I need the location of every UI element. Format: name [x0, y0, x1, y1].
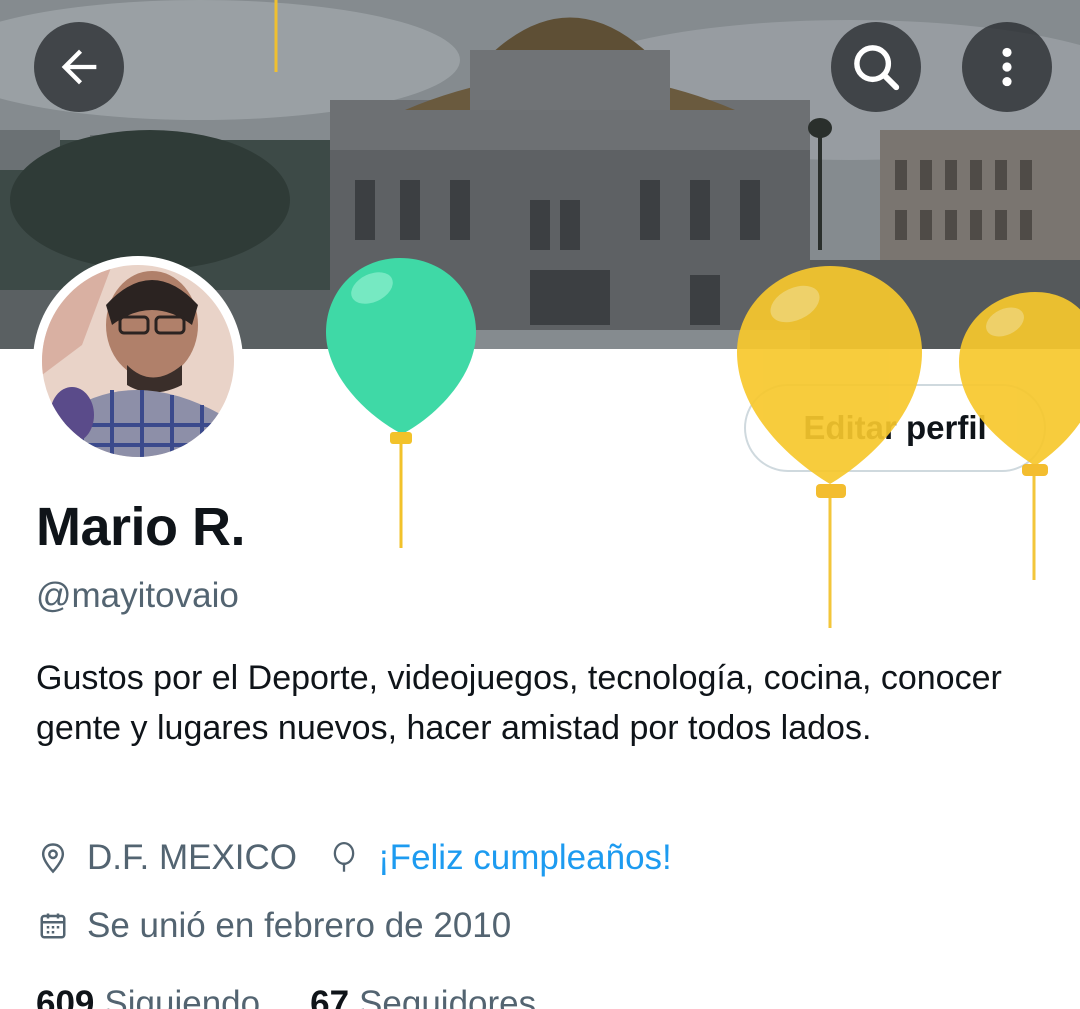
following-link[interactable]: 609 Siguiendo [36, 984, 260, 1009]
location-pin-icon [36, 841, 70, 875]
followers-link[interactable]: 67 Seguidores [310, 984, 536, 1009]
avatar[interactable] [33, 256, 243, 466]
follow-stats: 609 Siguiendo 67 Seguidores [36, 984, 536, 1009]
birthday-link[interactable]: ¡Feliz cumpleaños! [378, 838, 672, 878]
location-text: D.F. MEXICO [87, 838, 298, 877]
back-button[interactable] [34, 22, 124, 112]
calendar-icon [36, 909, 70, 943]
following-count: 609 [36, 984, 95, 1009]
arrow-left-icon [61, 49, 97, 85]
search-icon [854, 45, 900, 91]
search-button[interactable] [831, 22, 921, 112]
profile-bio: Gustos por el Deporte, videojuegos, tecn… [36, 659, 1002, 747]
joined-text: Se unió en febrero de 2010 [87, 906, 512, 945]
display-name: Mario R. [36, 497, 246, 557]
avatar-image [42, 265, 234, 457]
followers-label: Seguidores [359, 984, 537, 1009]
more-vertical-icon [1002, 47, 1012, 87]
joined-row: Se unió en febrero de 2010 [36, 906, 511, 946]
user-handle: @mayitovaio [36, 576, 239, 615]
location-row: D.F. MEXICO ¡Feliz cumpleaños! [36, 838, 672, 878]
following-label: Siguiendo [104, 984, 261, 1009]
balloon-icon [327, 841, 361, 875]
edit-profile-button[interactable]: Editar perfil [744, 384, 1046, 472]
more-options-button[interactable] [962, 22, 1052, 112]
followers-count: 67 [310, 984, 350, 1009]
